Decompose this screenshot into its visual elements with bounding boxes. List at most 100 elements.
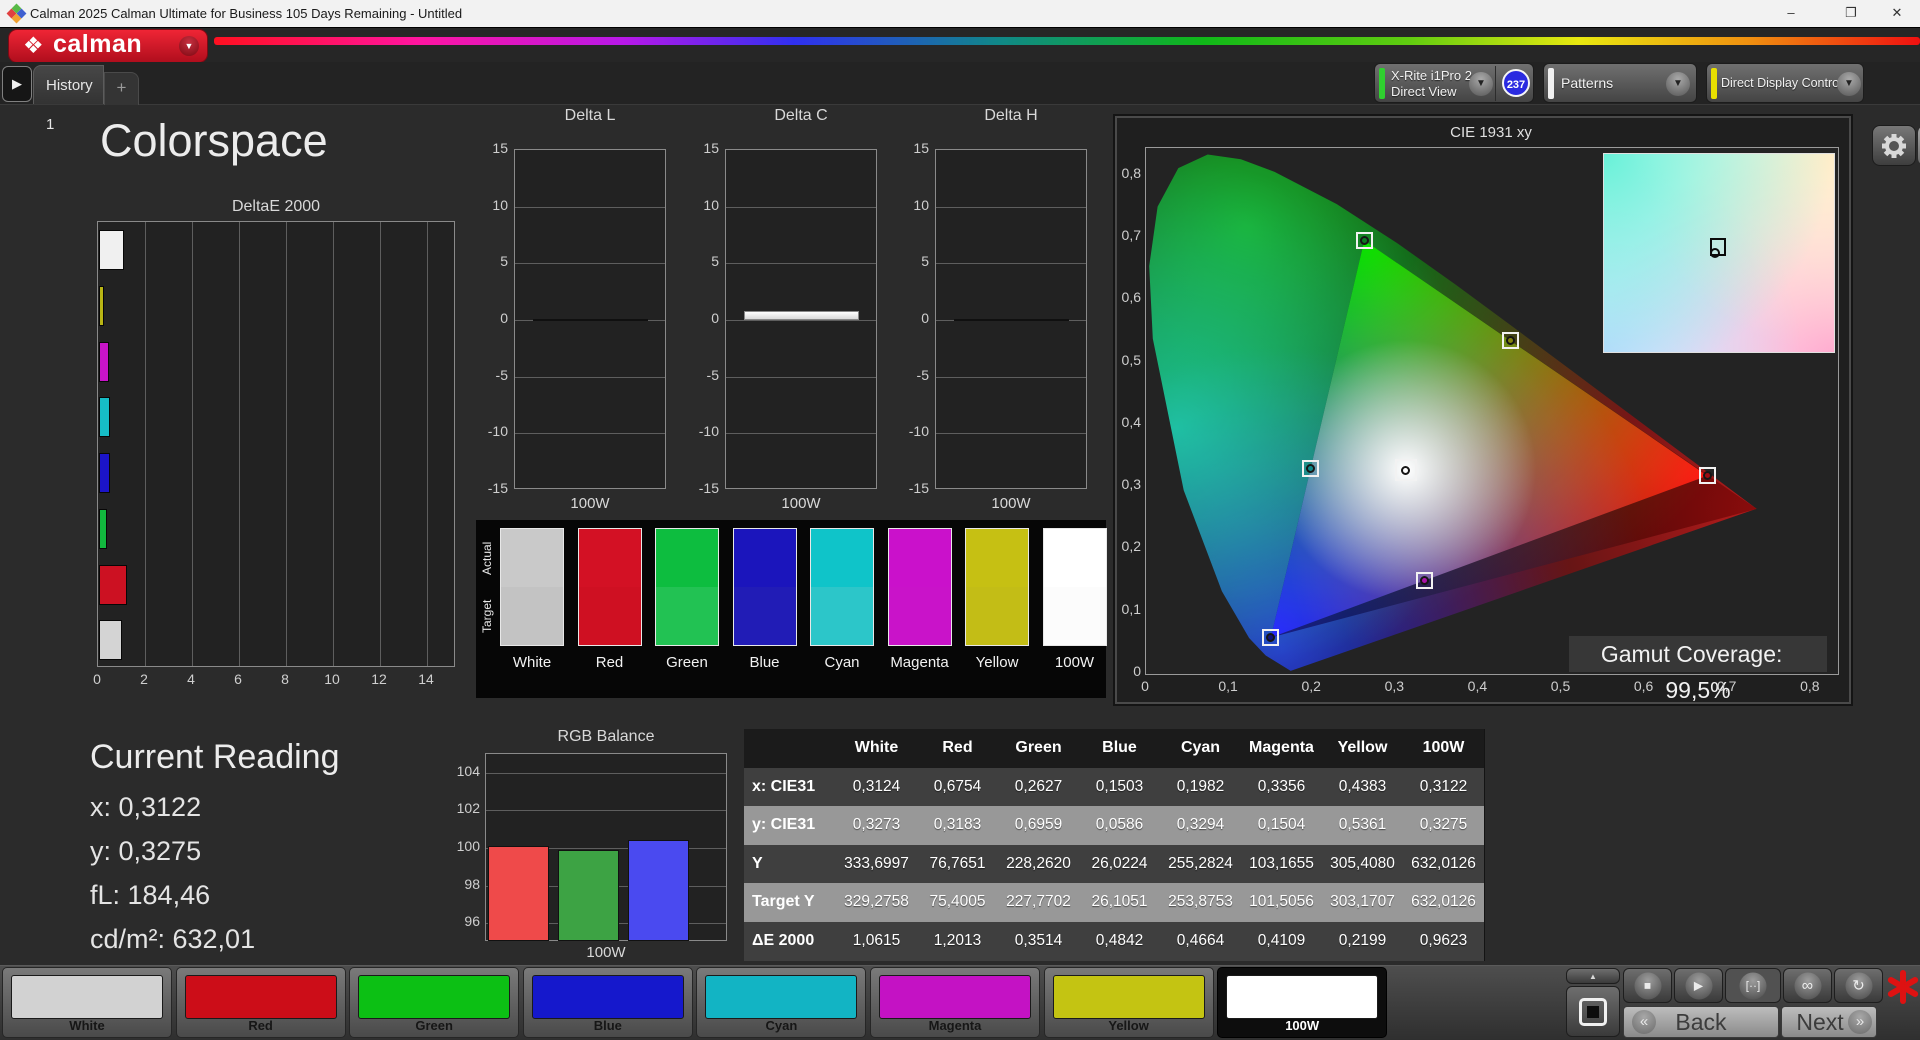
gridline — [515, 433, 665, 435]
table-row-label: y: CIE31 — [744, 806, 836, 845]
table-cell: 76,7651 — [917, 844, 998, 884]
table-cell: 1,2013 — [917, 921, 998, 961]
target-swatch — [656, 587, 718, 645]
actual-swatch — [811, 529, 873, 587]
expand-tray-button[interactable]: ▲ — [1566, 968, 1620, 984]
chevron-down-icon: ▼ — [1469, 72, 1493, 96]
reading-fl: fL: 184,46 — [90, 880, 211, 910]
pattern-tile-white[interactable]: White — [2, 967, 172, 1038]
next-button[interactable]: Next » — [1781, 1006, 1877, 1038]
stop-icon: ■ — [1634, 972, 1661, 999]
gridline — [936, 206, 1086, 208]
pattern-tile-blue[interactable]: Blue — [522, 967, 693, 1038]
axis-tick-label: 5 — [711, 253, 719, 270]
table-cell: 0,4664 — [1160, 921, 1241, 961]
table-cell: 305,4080 — [1322, 844, 1403, 884]
delta-h-chart: Delta H 100W 15 10 5 0 -5 -10 -15 — [889, 107, 1094, 512]
settings-button[interactable] — [1872, 125, 1916, 166]
table-row-label: ΔE 2000 — [744, 921, 836, 961]
table-cell: 0,1504 — [1241, 806, 1322, 845]
rgb-bar-blue — [628, 839, 689, 941]
axis-tick-label: 0 — [921, 310, 929, 326]
actual-swatch — [733, 529, 796, 587]
minimize-icon[interactable]: – — [1768, 0, 1814, 26]
table-cell: 0,6754 — [917, 767, 998, 807]
tab-history-1[interactable]: History 1 — [33, 65, 104, 133]
x-axis-label: 100W — [991, 495, 1031, 512]
pattern-swatch — [531, 975, 684, 1019]
play-icon: ▶ — [1685, 972, 1712, 999]
pattern-tile-cyan[interactable]: Cyan — [696, 967, 867, 1038]
single-measure-button[interactable]: [··] — [1725, 968, 1781, 1003]
cie-point-dot — [1266, 632, 1276, 642]
axis-tick-label: -10 — [908, 423, 929, 440]
display-control-dropdown[interactable]: Direct Display Control ▼ — [1706, 63, 1864, 103]
white-point-marker — [1710, 238, 1726, 258]
deltae-bar-red — [99, 564, 128, 605]
target-swatch — [501, 587, 563, 645]
pattern-tile-red[interactable]: Red — [175, 967, 346, 1038]
maximize-icon[interactable]: ❐ — [1828, 0, 1874, 26]
play-button[interactable]: ▶ — [1674, 968, 1723, 1003]
meter-count-badge: 237 — [1502, 69, 1530, 97]
axis-tick-label: 102 — [456, 800, 480, 817]
white-point-inset — [1603, 153, 1835, 353]
cie-point-dot — [1505, 335, 1515, 345]
axis-tick-label: 0,4 — [1467, 678, 1488, 694]
chart-title: Delta H — [984, 107, 1038, 124]
table-header-cell: Yellow — [1322, 729, 1403, 768]
table-cell: 0,4383 — [1322, 767, 1403, 807]
gridline — [515, 376, 665, 378]
pattern-window-button[interactable] — [1566, 986, 1620, 1037]
table-cell: 303,1707 — [1322, 883, 1403, 922]
pattern-tile-100w[interactable]: 100W — [1217, 967, 1388, 1038]
gamut-coverage-label: Gamut Coverage: — [1600, 641, 1783, 667]
plot-area — [514, 149, 666, 489]
back-button[interactable]: « Back — [1623, 1006, 1779, 1038]
table-cell: 0,0586 — [1079, 806, 1160, 845]
continuous-measure-button[interactable]: ∞ — [1783, 968, 1832, 1003]
table-cell: 0,3273 — [836, 806, 917, 845]
close-icon[interactable]: ✕ — [1874, 0, 1920, 26]
back-label: Back — [1675, 1009, 1727, 1035]
actual-swatch — [966, 529, 1028, 587]
table-cell: 329,2758 — [836, 883, 917, 922]
axis-tick-label: 4 — [187, 671, 195, 687]
pattern-tile-green[interactable]: Green — [349, 967, 520, 1038]
plot-area — [485, 753, 727, 941]
axis-tick-label: 10 — [913, 196, 929, 213]
calman-menu-button[interactable]: ❖ calman ▼ — [8, 29, 208, 63]
gridline — [726, 433, 876, 435]
add-tab-button[interactable]: + — [104, 72, 139, 105]
refresh-button[interactable]: ↻ — [1834, 968, 1883, 1003]
stop-button[interactable]: ■ — [1623, 968, 1672, 1003]
refresh-icon: ↻ — [1845, 972, 1872, 999]
table-cell: 0,3514 — [998, 921, 1079, 961]
table-cell: 0,3294 — [1160, 806, 1241, 845]
patterns-dropdown[interactable]: Patterns ▼ — [1543, 63, 1697, 103]
display-control-status-stripe — [1711, 68, 1717, 99]
pattern-tile-magenta[interactable]: Magenta — [870, 967, 1040, 1038]
gridline — [936, 433, 1086, 435]
table-cell: 26,1051 — [1079, 883, 1160, 922]
cie-1931-panel: CIE 1931 xy Gamut Coverage: 99,5% 0 0,1 … — [1115, 116, 1851, 704]
table-row-label: Target Y — [744, 883, 836, 922]
cie-point-dot — [1306, 464, 1316, 474]
table-cell: 0,2199 — [1322, 921, 1403, 961]
table-row-label: Y — [744, 844, 836, 884]
axis-tick-label: 0,3 — [1384, 678, 1405, 694]
x-axis-label: 100W — [781, 495, 821, 512]
gear-icon — [1881, 133, 1907, 159]
axis-tick-label: 14 — [418, 671, 434, 687]
pattern-tile-yellow[interactable]: Yellow — [1043, 967, 1214, 1038]
axis-tick-label: 0,5 — [1550, 678, 1571, 694]
sidebar-expand-button[interactable]: ▶ — [2, 66, 32, 102]
cie-point-dot — [1359, 235, 1369, 245]
meter-select-dropdown[interactable]: X-Rite i1Pro 2 Direct View ▼ 237 — [1374, 63, 1534, 103]
header-band: ❖ calman ▼ — [0, 28, 1920, 63]
cie-point-magenta — [1416, 571, 1434, 589]
axis-tick-label: 15 — [703, 140, 719, 156]
axis-tick-label: 0,1 — [1121, 600, 1141, 617]
notification-asterisk-icon[interactable] — [1886, 970, 1920, 1004]
gridline — [333, 222, 334, 666]
